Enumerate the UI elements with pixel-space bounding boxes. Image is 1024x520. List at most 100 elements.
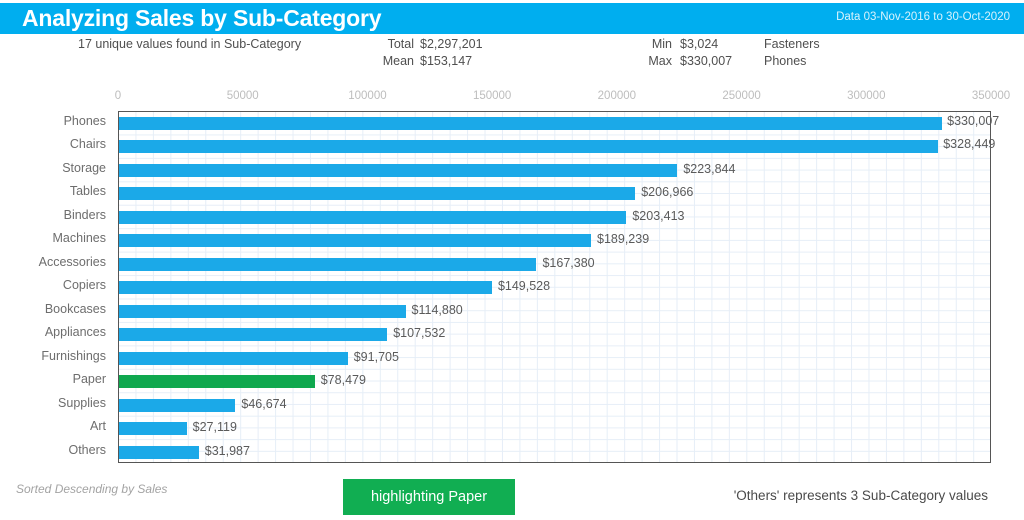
x-tick-label: 300000 bbox=[847, 90, 886, 102]
bar-row bbox=[119, 112, 990, 135]
stat-min-value: $3,024 bbox=[680, 37, 719, 51]
summary-stats: 17 unique values found in Sub-Category T… bbox=[0, 34, 1024, 80]
bar[interactable] bbox=[119, 351, 348, 365]
bar-row: $78,479 bbox=[119, 370, 990, 393]
stat-total-label: Total bbox=[387, 37, 414, 51]
highlight-button[interactable]: highlighting Paper bbox=[343, 479, 515, 515]
stat-total-value: $2,297,201 bbox=[420, 37, 483, 51]
category-label: Storage bbox=[0, 158, 112, 181]
bar-value-label: $78,479 bbox=[320, 373, 366, 388]
category-label: Appliances bbox=[0, 322, 112, 345]
bar[interactable] bbox=[119, 328, 388, 342]
bar[interactable] bbox=[119, 234, 592, 248]
bar-value-label: $223,844 bbox=[683, 161, 736, 176]
category-label-text: Appliances bbox=[44, 325, 106, 340]
bar-row: $91,705 bbox=[119, 347, 990, 370]
bar-row: $223,844 bbox=[119, 159, 990, 182]
bar[interactable] bbox=[119, 140, 939, 154]
bar[interactable] bbox=[119, 375, 315, 389]
category-label: Phones bbox=[0, 111, 112, 134]
x-tick-label: 0 bbox=[114, 90, 122, 102]
x-tick-label: 50000 bbox=[226, 90, 259, 102]
stat-max-label: Max bbox=[648, 54, 672, 68]
category-label-text: Paper bbox=[72, 372, 106, 387]
y-axis-category-labels: Phones Chairs Storage Tables Binders Machines… bbox=[0, 111, 112, 463]
category-label: Binders bbox=[0, 205, 112, 228]
bar-row: $206,966 bbox=[119, 182, 990, 205]
stat-mean: Mean $153,147 bbox=[380, 54, 500, 68]
category-label-text: Tables bbox=[69, 184, 106, 199]
x-tick-label: 250000 bbox=[722, 90, 761, 102]
category-label: Accessories bbox=[0, 252, 112, 275]
category-label: Supplies bbox=[0, 393, 112, 416]
stat-min-category: Fasteners bbox=[764, 37, 820, 51]
stat-max: Max $330,007 Phones bbox=[646, 54, 806, 68]
category-label: Machines bbox=[0, 228, 112, 251]
bar-row: $189,239 bbox=[119, 229, 990, 252]
bar-value-label: $107,532 bbox=[393, 326, 446, 341]
stat-mean-label: Mean bbox=[382, 54, 414, 68]
bar[interactable] bbox=[119, 163, 678, 177]
category-label-text: Art bbox=[90, 419, 106, 434]
stat-max-category: Phones bbox=[764, 54, 807, 68]
category-label: Copiers bbox=[0, 275, 112, 298]
bar[interactable] bbox=[119, 210, 627, 224]
bar-row: $46,674 bbox=[119, 394, 990, 417]
bar-value-label: $149,528 bbox=[497, 279, 551, 294]
category-label-text: Others bbox=[68, 442, 106, 457]
x-axis-tick-labels: 0 50000 100000 150000 200000 250000 300000 3500… bbox=[0, 90, 1024, 108]
category-label: Tables bbox=[0, 181, 112, 204]
bar-row: $27,119 bbox=[119, 417, 990, 440]
bar-row bbox=[119, 135, 990, 158]
bar-row: $167,380 bbox=[119, 253, 990, 276]
category-label: Chairs bbox=[0, 134, 112, 157]
category-label-text: Copiers bbox=[62, 278, 106, 293]
bar-value-label: $27,119 bbox=[192, 420, 237, 435]
bar[interactable] bbox=[119, 117, 943, 130]
bar-row: $31,987 bbox=[119, 441, 990, 464]
category-label-text: Bookcases bbox=[44, 301, 106, 316]
bar-value-label: $91,705 bbox=[353, 349, 399, 364]
category-label-text: Binders bbox=[63, 207, 106, 222]
bar-value-label: $189,239 bbox=[597, 232, 650, 247]
stat-total: Total $2,297,201 bbox=[380, 37, 500, 51]
bar-rows: $223,844 $206,966 $203,413 $189,239 $167,380… bbox=[119, 112, 990, 462]
category-label: Art bbox=[0, 416, 112, 439]
x-tick-label: 100000 bbox=[348, 90, 387, 102]
category-label: Bookcases bbox=[0, 299, 112, 322]
x-tick-label: 350000 bbox=[971, 90, 1011, 102]
date-range-label: Data 03-Nov-2016 to 30-Oct-2020 bbox=[836, 11, 1010, 23]
stat-max-value: $330,007 bbox=[680, 54, 733, 68]
x-tick-label: 200000 bbox=[597, 90, 637, 102]
others-note: 'Others' represents 3 Sub-Category value… bbox=[733, 488, 988, 503]
category-label-text: Supplies bbox=[58, 395, 106, 410]
bar-value-label: $114,880 bbox=[411, 302, 463, 317]
bar-row: $114,880 bbox=[119, 300, 990, 323]
category-label-text: Storage bbox=[62, 160, 106, 175]
bar[interactable] bbox=[119, 422, 187, 436]
stat-mean-value: $153,147 bbox=[420, 54, 473, 68]
bar-row: $107,532 bbox=[119, 323, 990, 346]
category-label: Furnishings bbox=[0, 346, 112, 369]
stat-min-label: Min bbox=[651, 37, 672, 51]
header-bar: Analyzing Sales by Sub-Category Data 03-… bbox=[0, 3, 1024, 34]
bar[interactable] bbox=[119, 281, 492, 295]
bar[interactable] bbox=[119, 187, 636, 201]
bar-value-label: $203,413 bbox=[632, 208, 685, 223]
category-label-text: Phones bbox=[63, 114, 106, 128]
sort-order-note: Sorted Descending by Sales bbox=[16, 482, 168, 496]
bar-value-label: $206,966 bbox=[641, 185, 694, 200]
bar[interactable] bbox=[119, 398, 236, 412]
bar-row: $149,528 bbox=[119, 276, 990, 299]
bar-value-label: $46,674 bbox=[241, 396, 287, 411]
bar[interactable] bbox=[119, 304, 406, 318]
bar-chart-plot-area: $223,844 $206,966 $203,413 $189,239 $167,380… bbox=[118, 111, 991, 463]
category-label-text: Machines bbox=[52, 231, 107, 246]
category-label: Paper bbox=[0, 369, 112, 392]
bar-value-label: $167,380 bbox=[542, 255, 595, 270]
bar[interactable] bbox=[119, 257, 537, 271]
bar-value-label: $31,987 bbox=[204, 443, 250, 458]
bar-row: $203,413 bbox=[119, 206, 990, 229]
category-label-text: Furnishings bbox=[41, 348, 106, 363]
bar[interactable] bbox=[119, 445, 199, 459]
